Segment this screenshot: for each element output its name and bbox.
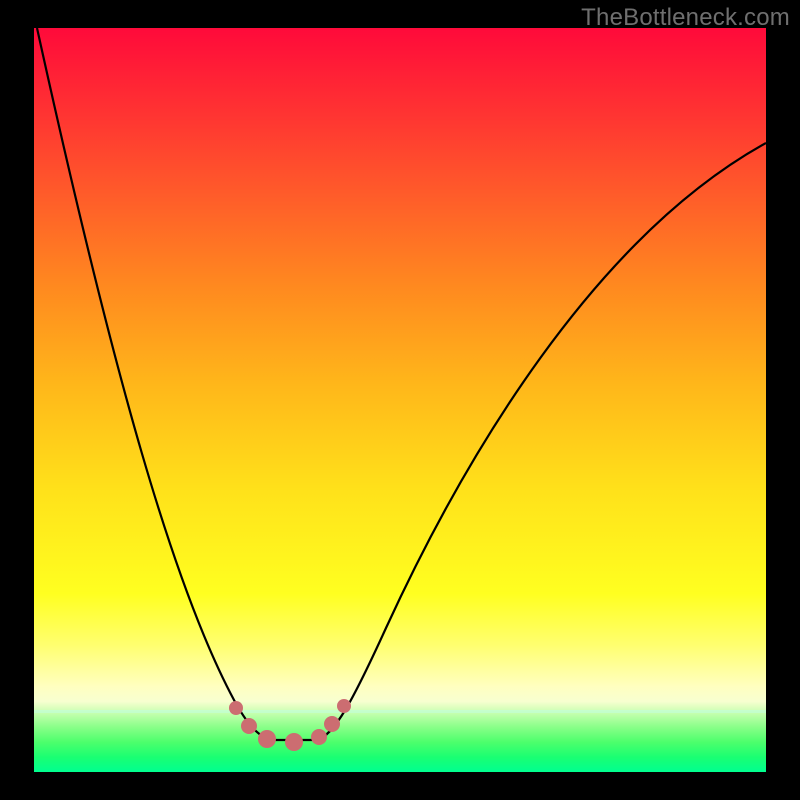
curve-dot-4 bbox=[311, 729, 327, 745]
curve-dot-6 bbox=[337, 699, 351, 713]
curve-dot-5 bbox=[324, 716, 340, 732]
curve-dot-1 bbox=[241, 718, 257, 734]
curve-dot-0 bbox=[229, 701, 243, 715]
watermark-text: TheBottleneck.com bbox=[581, 4, 790, 32]
chart-gradient-area bbox=[34, 28, 766, 772]
bottleneck-curve-svg bbox=[34, 28, 766, 772]
curve-dot-group bbox=[229, 699, 351, 751]
curve-dot-3 bbox=[285, 733, 303, 751]
curve-dot-2 bbox=[258, 730, 276, 748]
bottleneck-curve-path bbox=[37, 28, 766, 740]
